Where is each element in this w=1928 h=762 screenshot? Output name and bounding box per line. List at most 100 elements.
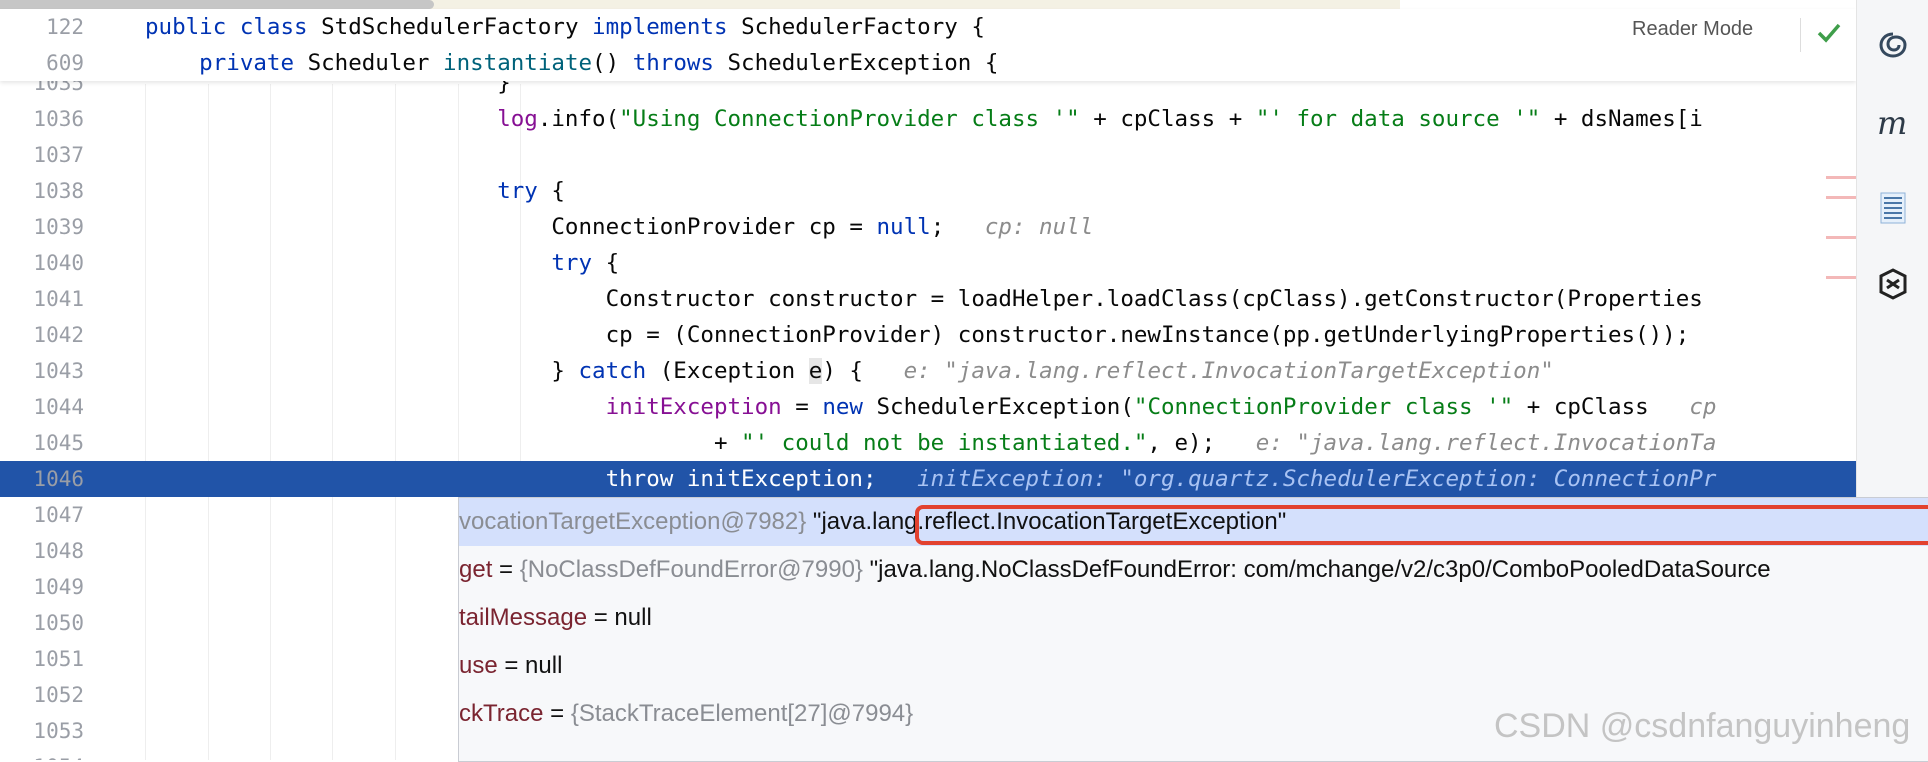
code-line[interactable]: 1042 cp = (ConnectionProvider) construct… [0, 317, 1856, 353]
debug-tree-node[interactable]: get = {NoClassDefFoundError@7990} "java.… [459, 546, 1928, 594]
line-number: 122 [46, 15, 84, 39]
code-token: Scheduler [307, 50, 444, 76]
line-code: log.info("Using ConnectionProvider class… [145, 101, 1703, 137]
line-number[interactable]: 1037 [0, 137, 84, 173]
code-token: "' for data source '" [1255, 106, 1541, 132]
code-token: = [543, 700, 571, 727]
svg-text:m: m [1877, 106, 1907, 142]
line-code: public class StdSchedulerFactory impleme… [145, 9, 985, 45]
code-token: vocationTargetException@7982} [459, 508, 807, 535]
line-number[interactable]: 1042 [0, 317, 84, 353]
code-token: throw initException; [145, 466, 918, 492]
code-token: } [145, 358, 579, 384]
code-line[interactable]: 1039 ConnectionProvider cp = null; cp: n… [0, 209, 1856, 245]
code-token: try [497, 178, 538, 204]
line-number[interactable]: 1046 [0, 461, 84, 497]
code-token: SchedulerException( [862, 394, 1134, 420]
code-line[interactable]: 1038 try { [0, 173, 1856, 209]
checkmark-icon[interactable] [1816, 20, 1842, 46]
code-token: + cpClass + [1079, 106, 1256, 132]
code-line[interactable]: 1040 try { [0, 245, 1856, 281]
horizontal-scrollbar[interactable] [0, 0, 1400, 9]
code-token: class [239, 14, 322, 40]
line-number[interactable]: 1047 [0, 497, 84, 533]
line-number[interactable]: 1052 [0, 677, 84, 713]
code-token: ckTrace [459, 700, 544, 727]
reader-mode-button[interactable]: Reader Mode [1632, 18, 1753, 41]
code-token: + cpClass [1513, 394, 1690, 420]
line-number[interactable]: 1040 [0, 245, 84, 281]
scrollbar-thumb[interactable] [0, 0, 434, 9]
code-token: + dsNames[i [1540, 106, 1703, 132]
code-line[interactable]: 1036 log.info("Using ConnectionProvider … [0, 101, 1856, 137]
sticky-line[interactable]: 122 public class StdSchedulerFactory impl… [0, 9, 1856, 45]
current-line[interactable]: 1046 throw initException; initException:… [0, 461, 1856, 497]
sticky-scroll-header[interactable]: 122 public class StdSchedulerFactory impl… [0, 9, 1856, 81]
m-logo-icon[interactable]: m [1875, 106, 1911, 142]
code-token: StdSchedulerFactory [321, 14, 593, 40]
code-token: public [145, 14, 240, 40]
line-number[interactable]: 1048 [0, 533, 84, 569]
line-number[interactable]: 1053 [0, 713, 84, 749]
code-token: cp = (ConnectionProvider) constructor.ne… [145, 322, 1690, 348]
code-token: new [822, 394, 863, 420]
code-token: e: "java.lang.reflect.InvocationTa [1255, 430, 1717, 456]
line-code: Constructor constructor = loadHelper.loa… [145, 281, 1703, 317]
code-token: get [459, 556, 493, 583]
code-line[interactable]: 1045 + "' could not be instantiated.", e… [0, 425, 1856, 461]
code-token: private [145, 50, 308, 76]
line-number: 609 [46, 51, 84, 75]
sticky-line[interactable]: 609 private Scheduler instantiate() thro… [0, 45, 1856, 81]
line-number[interactable]: 1050 [0, 605, 84, 641]
code-token: "ConnectionProvider class '" [1133, 394, 1514, 420]
code-line[interactable]: 1044 initException = new SchedulerExcept… [0, 389, 1856, 425]
error-stripe-mark[interactable] [1826, 236, 1856, 239]
code-token: , e); [1147, 430, 1256, 456]
code-token: "java.lang.NoClassDefFoundError: com/mch… [862, 556, 1771, 583]
line-number[interactable]: 1049 [0, 569, 84, 605]
code-token: .info( [537, 106, 620, 132]
brain-ai-icon[interactable] [1875, 266, 1911, 302]
line-code: cp = (ConnectionProvider) constructor.ne… [145, 317, 1690, 353]
error-stripe-mark[interactable] [1826, 276, 1856, 279]
line-number[interactable]: 1039 [0, 209, 84, 245]
code-token: use [459, 652, 498, 679]
line-code: initException = new SchedulerException("… [145, 389, 1717, 425]
line-code: ConnectionProvider cp = null; cp: null [145, 209, 1093, 245]
code-token: null [876, 214, 931, 240]
debug-tree-node[interactable]: use = null [459, 642, 1928, 690]
toolbar-divider [1800, 18, 1801, 52]
line-number[interactable]: 1045 [0, 425, 84, 461]
spiral-icon[interactable] [1875, 26, 1911, 62]
line-number[interactable]: 1036 [0, 101, 84, 137]
line-number[interactable]: 1044 [0, 389, 84, 425]
code-token: Constructor constructor = loadHelper.loa… [145, 286, 1703, 312]
code-line[interactable]: 1041 Constructor constructor = loadHelpe… [0, 281, 1856, 317]
error-stripe-mark[interactable] [1826, 176, 1856, 179]
code-token: throws [632, 50, 728, 76]
code-token: { [592, 250, 620, 276]
line-number[interactable]: 1041 [0, 281, 84, 317]
line-code: try { [145, 245, 619, 281]
line-number[interactable]: 1043 [0, 353, 84, 389]
code-token: catch [578, 358, 647, 384]
binary-file-icon[interactable] [1875, 190, 1911, 226]
code-token: + [145, 430, 742, 456]
line-number[interactable]: 1038 [0, 173, 84, 209]
code-line[interactable]: 1043 } catch (Exception e) { e: "java.la… [0, 353, 1856, 389]
code-token: (Exception [646, 358, 809, 384]
code-token: {NoClassDefFoundError@7990} [519, 556, 863, 583]
error-stripe-mark[interactable] [1826, 196, 1856, 199]
line-number[interactable]: 1054 [0, 749, 84, 760]
line-number[interactable]: 1051 [0, 641, 84, 677]
code-token: instantiate [443, 50, 593, 76]
code-line[interactable]: 1037 [0, 137, 1856, 173]
code-token: cp: null [984, 214, 1094, 240]
code-token: e: "java.lang.reflect.InvocationTargetEx… [903, 358, 1554, 384]
debug-tree-node[interactable]: tailMessage = null [459, 594, 1928, 642]
code-token: = null [497, 652, 563, 679]
code-token: cp [1689, 394, 1717, 420]
